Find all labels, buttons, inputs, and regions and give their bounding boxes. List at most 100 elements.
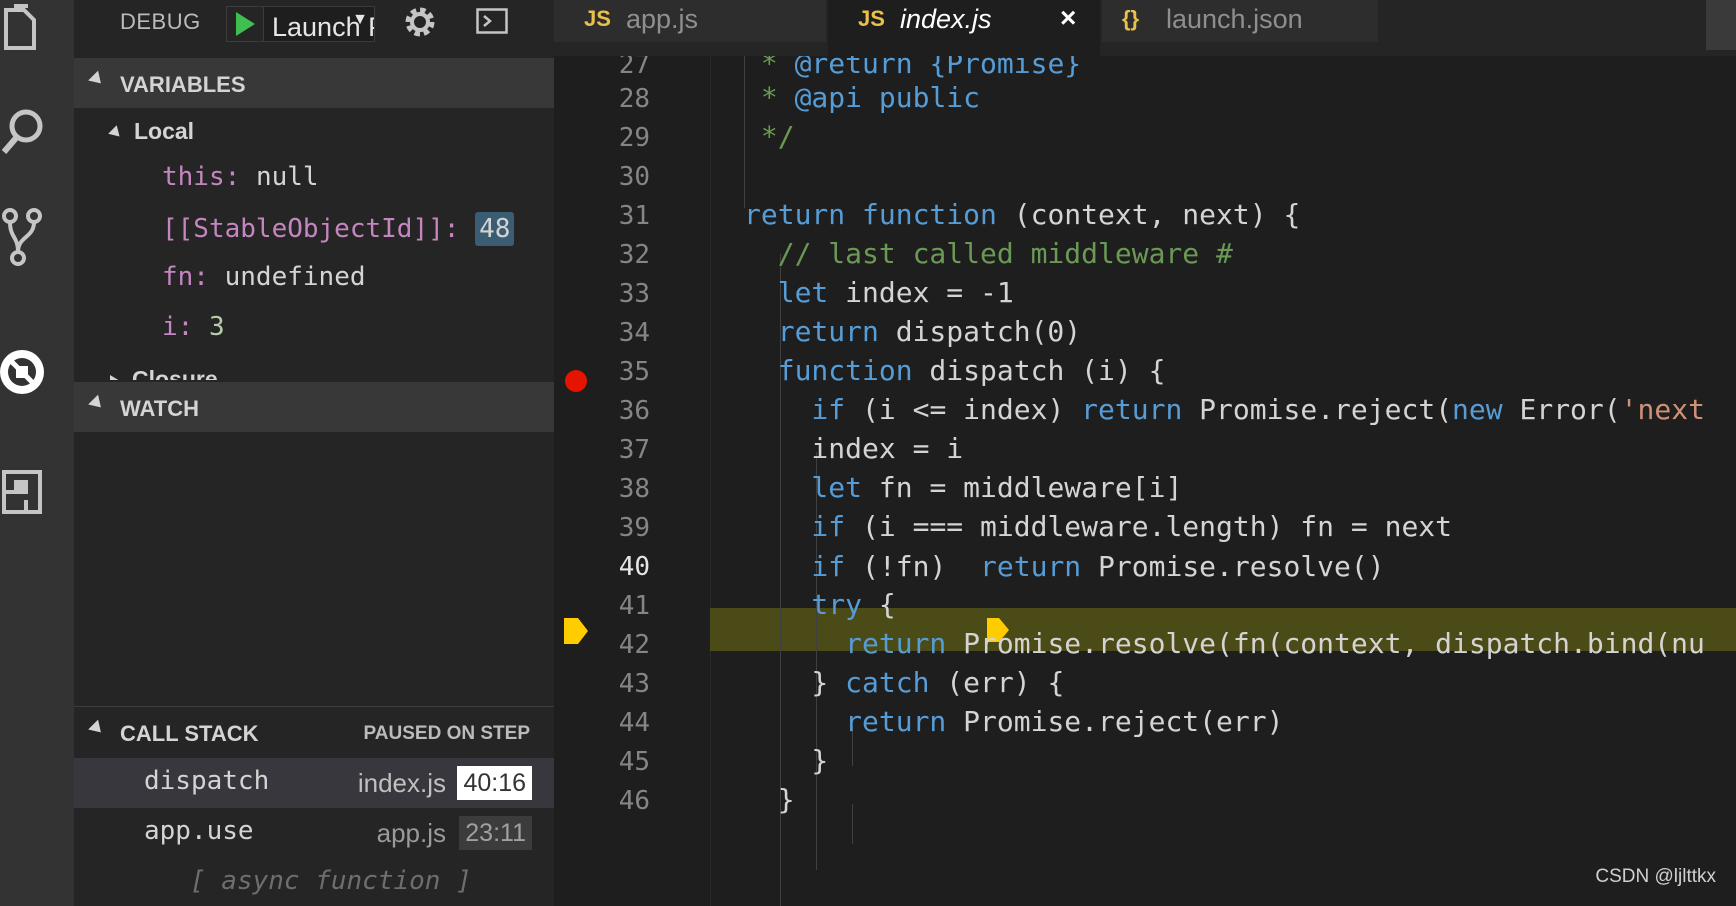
- scope-closure[interactable]: Closure: [110, 366, 550, 380]
- line-number: 33: [618, 279, 650, 309]
- line-number: 43: [618, 669, 650, 699]
- line-number: 36: [618, 396, 650, 426]
- gutter-divider: [710, 56, 711, 906]
- line-number: 35: [618, 357, 650, 387]
- start-debugging-button[interactable]: [226, 6, 264, 42]
- variable-row[interactable]: this: null: [162, 162, 319, 206]
- code-editor[interactable]: 27 28 29 30 31 32 33 34 35 36 37 38 39 4…: [554, 56, 1736, 906]
- json-file-icon: {}: [1122, 6, 1140, 31]
- code-line-current: if (!fn) return Promise.resolve(): [744, 550, 1385, 583]
- frame-function: app.use: [144, 816, 254, 846]
- line-number: 45: [618, 747, 650, 777]
- code-line: let index = -1: [744, 276, 1014, 309]
- variable-name: fn:: [162, 262, 209, 292]
- code-line: * @return {Promise}: [744, 56, 1082, 80]
- line-number: 37: [618, 435, 650, 465]
- scope-local[interactable]: Local: [108, 118, 194, 145]
- code-line: * @api public: [744, 81, 981, 114]
- code-line: if (i <= index) return Promise.reject(ne…: [744, 393, 1705, 426]
- launch-config-select[interactable]: Launch Program ▼: [263, 6, 375, 42]
- tab-index-js[interactable]: JS index.js ×: [828, 0, 1100, 56]
- callstack-section-header[interactable]: CALL STACK PAUSED ON STEP: [74, 706, 554, 757]
- code-line: if (i === middleware.length) fn = next: [744, 510, 1453, 543]
- explorer-icon[interactable]: [0, 0, 50, 64]
- extensions-icon[interactable]: [0, 462, 50, 526]
- variable-name: i:: [162, 312, 194, 342]
- line-number: 28: [618, 84, 650, 114]
- tab-app-js[interactable]: JS app.js: [554, 0, 826, 42]
- line-number: 32: [618, 240, 650, 270]
- variables-title: VARIABLES: [120, 72, 246, 97]
- frame-function: dispatch: [144, 766, 270, 796]
- scope-label: Closure: [132, 366, 218, 380]
- line-number: 31: [618, 201, 650, 231]
- tab-launch-json[interactable]: {} launch.json: [1102, 0, 1378, 42]
- callstack-frame[interactable]: app.use app.js 23:11: [74, 808, 554, 858]
- callstack-frame[interactable]: dispatch index.js 40:16: [74, 758, 554, 808]
- variable-row[interactable]: i: 3: [162, 312, 225, 356]
- callstack-title: CALL STACK: [120, 721, 259, 746]
- line-number: 42: [618, 630, 650, 660]
- watch-title: WATCH: [120, 396, 200, 421]
- tab-label: app.js: [626, 4, 699, 34]
- code-line: return dispatch(0): [744, 315, 1082, 348]
- js-file-icon: JS: [584, 6, 611, 31]
- collapse-icon: [108, 125, 124, 141]
- code-line: let fn = middleware[i]: [744, 471, 1183, 504]
- debug-toolbar: DEBUG Launch Program ▼: [74, 0, 554, 42]
- frame-file: index.js: [357, 768, 446, 798]
- close-icon[interactable]: ×: [1060, 2, 1076, 34]
- js-file-icon: JS: [858, 6, 885, 31]
- code-line: } catch (err) {: [744, 666, 1065, 699]
- frame-position: 40:16: [457, 766, 532, 800]
- variable-value: 3: [208, 312, 225, 342]
- frame-position: 23:11: [459, 816, 532, 850]
- expand-icon: [110, 374, 120, 380]
- watermark-text: CSDN @ljlttkx: [1595, 866, 1716, 887]
- variable-value: 48: [475, 212, 515, 246]
- code-line: return Promise.reject(err): [744, 705, 1284, 738]
- callstack-async-marker: [ async function ]: [74, 858, 554, 906]
- play-icon: [236, 12, 255, 36]
- debug-icon[interactable]: [0, 342, 50, 406]
- collapse-icon: [88, 394, 106, 413]
- debug-console-icon[interactable]: [476, 8, 508, 34]
- indent-guide: [852, 804, 853, 844]
- watch-section-header[interactable]: WATCH: [74, 382, 554, 432]
- activity-bar: [0, 0, 74, 906]
- line-number: 29: [618, 123, 650, 153]
- code-line: */: [744, 120, 795, 153]
- code-line: try {: [744, 588, 896, 621]
- code-line: index = i: [744, 432, 964, 465]
- code-line: }: [744, 783, 795, 816]
- code-line: return Promise.resolve(fn(context, dispa…: [744, 627, 1705, 660]
- frame-file: app.js: [376, 818, 446, 848]
- line-number: 46: [618, 786, 650, 816]
- variable-value: null: [255, 162, 319, 192]
- variable-value: undefined: [224, 262, 366, 292]
- line-number: 30: [618, 162, 650, 192]
- source-control-icon[interactable]: [0, 206, 50, 270]
- debug-title: DEBUG: [120, 9, 201, 34]
- more-actions-icon[interactable]: [1706, 0, 1736, 50]
- callstack-status: PAUSED ON STEP: [363, 723, 530, 744]
- variable-name: this:: [162, 162, 241, 192]
- gear-icon[interactable]: [402, 4, 438, 40]
- tab-label: launch.json: [1166, 4, 1303, 34]
- line-number: 44: [618, 708, 650, 738]
- search-icon[interactable]: [0, 100, 50, 164]
- variable-row[interactable]: fn: undefined: [162, 262, 366, 306]
- line-number: 38: [618, 474, 650, 504]
- variable-name: [[StableObjectId]]:: [162, 214, 460, 244]
- code-line: }: [744, 744, 829, 777]
- code-line: // last called middleware #: [744, 237, 1233, 270]
- variable-row[interactable]: [[StableObjectId]]: 48: [162, 212, 515, 256]
- line-number-current: 40: [618, 552, 650, 582]
- line-number: 27: [618, 56, 650, 80]
- line-number: 41: [618, 591, 650, 621]
- collapse-icon: [88, 719, 106, 738]
- editor-tabs: JS app.js JS index.js × {} launch.json: [554, 0, 1736, 56]
- collapse-icon: [88, 70, 106, 89]
- tab-label: index.js: [900, 4, 992, 34]
- variables-section-header[interactable]: VARIABLES: [74, 58, 554, 108]
